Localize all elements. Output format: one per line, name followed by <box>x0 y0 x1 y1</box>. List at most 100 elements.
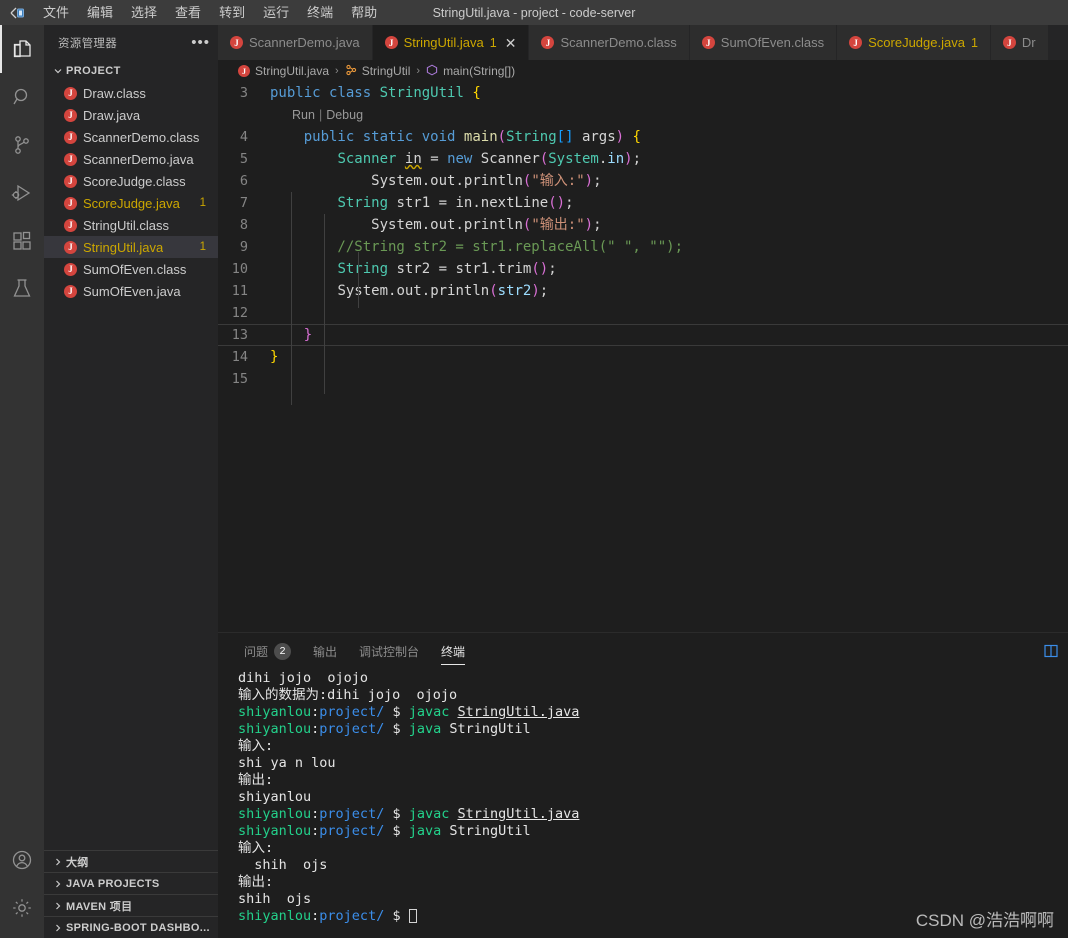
codelens-run[interactable]: Run <box>292 108 315 122</box>
tree-file-sumofeven-class[interactable]: J SumOfEven.class <box>44 258 218 280</box>
sidebar-explorer: 资源管理器 ••• PROJECT J Draw.class J Draw.ja… <box>44 25 218 938</box>
tab-sumofeven-class[interactable]: J SumOfEven.class <box>689 25 838 60</box>
section-label: SPRING-BOOT DASHBO... <box>66 921 210 934</box>
code-line: 8 System.out.println("输出:"); <box>218 214 1068 236</box>
terminal-arg[interactable]: StringUtil.java <box>458 806 580 822</box>
terminal-command: java <box>408 721 450 737</box>
tab-scannerdemo-class[interactable]: J ScannerDemo.class <box>529 25 690 60</box>
sidebar-section-java-projects[interactable]: JAVA PROJECTS <box>44 872 218 894</box>
terminal-command: javac <box>408 806 458 822</box>
breadcrumb-file[interactable]: J StringUtil.java <box>238 64 329 78</box>
activity-settings[interactable] <box>0 884 44 932</box>
menu-item-help[interactable]: 帮助 <box>342 1 386 24</box>
tab-scannerdemo-java[interactable]: J ScannerDemo.java <box>218 25 373 60</box>
indent-guide <box>324 214 325 394</box>
tab-scorejudge-java[interactable]: J ScoreJudge.java 1 <box>837 25 991 60</box>
line-number: 3 <box>239 85 248 101</box>
activity-bar <box>0 25 44 938</box>
tree-file-stringutil-java[interactable]: J StringUtil.java 1 <box>44 236 218 258</box>
menu-item-file[interactable]: 文件 <box>34 1 78 24</box>
sidebar-section-outline[interactable]: 大纲 <box>44 850 218 872</box>
tree-file-scannerdemo-class[interactable]: J ScannerDemo.class <box>44 126 218 148</box>
panel-tab-debug-console[interactable]: 调试控制台 <box>353 637 425 665</box>
terminal-line: 输出: <box>238 874 1068 891</box>
sidebar-section-maven[interactable]: MAVEN 项目 <box>44 894 218 916</box>
menu-item-terminal[interactable]: 终端 <box>298 1 342 24</box>
project-label: PROJECT <box>66 65 121 77</box>
activity-run-debug[interactable] <box>0 169 44 217</box>
line-number: 9 <box>239 239 248 255</box>
code-editor[interactable]: 3 public class StringUtil { Run | Debug 4 … <box>218 82 1068 632</box>
tree-file-scorejudge-class[interactable]: J ScoreJudge.class <box>44 170 218 192</box>
tree-file-draw-class[interactable]: J Draw.class <box>44 82 218 104</box>
terminal-arg[interactable]: StringUtil.java <box>458 704 580 720</box>
code-line: 9 //String str2 = str1.replaceAll(" ", "… <box>218 236 1068 258</box>
breadcrumb-method[interactable]: main(String[]) <box>426 64 515 79</box>
tree-file-sumofeven-java[interactable]: J SumOfEven.java <box>44 280 218 302</box>
ellipsis-icon[interactable]: ••• <box>191 35 210 50</box>
java-file-icon: J <box>64 196 77 210</box>
code-line: 5 Scanner in = new Scanner(System.in); <box>218 148 1068 170</box>
section-label: 大纲 <box>66 856 89 869</box>
tab-problem-count: 1 <box>489 35 497 50</box>
code-line: 11 System.out.println(str2); <box>218 280 1068 302</box>
terminal-output[interactable]: dihi jojo ojojo 输入的数据为:dihi jojo ojojo s… <box>218 668 1068 938</box>
activity-testing[interactable] <box>0 265 44 313</box>
java-file-icon: J <box>849 36 863 49</box>
tab-stringutil-java[interactable]: J StringUtil.java 1 ✕ <box>372 25 530 60</box>
file-name: Draw.class <box>83 85 146 101</box>
beaker-icon <box>10 277 34 301</box>
terminal-cursor <box>408 909 417 923</box>
tree-file-draw-java[interactable]: J Draw.java <box>44 104 218 126</box>
chevron-down-icon <box>50 66 66 76</box>
panel-tab-terminal[interactable]: 终端 <box>435 637 471 665</box>
breadcrumb-file-label: StringUtil.java <box>255 64 330 78</box>
terminal-text: 输入: <box>238 738 274 754</box>
terminal-text: shiyanlou <box>238 789 312 805</box>
tree-file-scorejudge-java[interactable]: J ScoreJudge.java 1 <box>44 192 218 214</box>
terminal-text: shih ojs <box>238 857 328 873</box>
terminal-line: shiyanlou:project/ $ javac StringUtil.ja… <box>238 704 1068 721</box>
breadcrumb-class[interactable]: StringUtil <box>345 64 410 79</box>
activity-extensions[interactable] <box>0 217 44 265</box>
terminal-text: dihi jojo ojojo <box>238 670 369 686</box>
indent-guide <box>291 192 292 405</box>
sidebar-section-spring-boot-dashboard[interactable]: SPRING-BOOT DASHBO... <box>44 916 218 938</box>
codelens-debug[interactable]: Debug <box>326 108 363 122</box>
breadcrumb: J StringUtil.java › StringUtil › main(St… <box>218 60 1068 82</box>
section-label: MAVEN 项目 <box>66 900 133 913</box>
menu-item-run[interactable]: 运行 <box>254 1 298 24</box>
file-name: ScannerDemo.class <box>83 129 200 145</box>
code-text: System.out.println("输出:"); <box>371 217 602 233</box>
panel-tab-problems[interactable]: 问题 2 <box>238 637 297 665</box>
codelens-separator: | <box>318 108 323 122</box>
terminal-user: shiyanlou <box>238 721 312 737</box>
workbench-body: 资源管理器 ••• PROJECT J Draw.class J Draw.ja… <box>0 25 1068 938</box>
menu-item-select[interactable]: 选择 <box>122 1 166 24</box>
panel-tab-label: 问题 <box>244 644 269 659</box>
tab-draw-java[interactable]: J Dr <box>990 25 1049 60</box>
menu-item-go[interactable]: 转到 <box>210 1 254 24</box>
tree-file-scannerdemo-java[interactable]: J ScannerDemo.java <box>44 148 218 170</box>
tree-section-project[interactable]: PROJECT <box>44 60 218 82</box>
close-icon[interactable]: ✕ <box>505 36 517 50</box>
activity-source-control[interactable] <box>0 121 44 169</box>
java-file-icon: J <box>64 130 77 144</box>
menu-item-edit[interactable]: 编辑 <box>78 1 122 24</box>
java-file-icon: J <box>541 36 555 49</box>
activity-search[interactable] <box>0 73 44 121</box>
code-line: 4 public static void main(String[] args)… <box>218 126 1068 148</box>
code-line: 7 String str1 = in.nextLine(); <box>218 192 1068 214</box>
file-name: SumOfEven.java <box>83 283 181 299</box>
menu-item-view[interactable]: 查看 <box>166 1 210 24</box>
panel-tab-label: 终端 <box>441 644 466 659</box>
activity-accounts[interactable] <box>0 836 44 884</box>
editor-tab-bar: J ScannerDemo.java J StringUtil.java 1 ✕… <box>218 25 1068 60</box>
tree-file-stringutil-class[interactable]: J StringUtil.class <box>44 214 218 236</box>
panel-tab-output[interactable]: 输出 <box>307 637 343 665</box>
file-name: SumOfEven.class <box>83 261 187 277</box>
activity-explorer[interactable] <box>0 25 44 73</box>
indent-guide <box>358 252 359 308</box>
split-terminal-icon[interactable] <box>1040 640 1062 662</box>
file-name: ScannerDemo.java <box>83 151 194 167</box>
